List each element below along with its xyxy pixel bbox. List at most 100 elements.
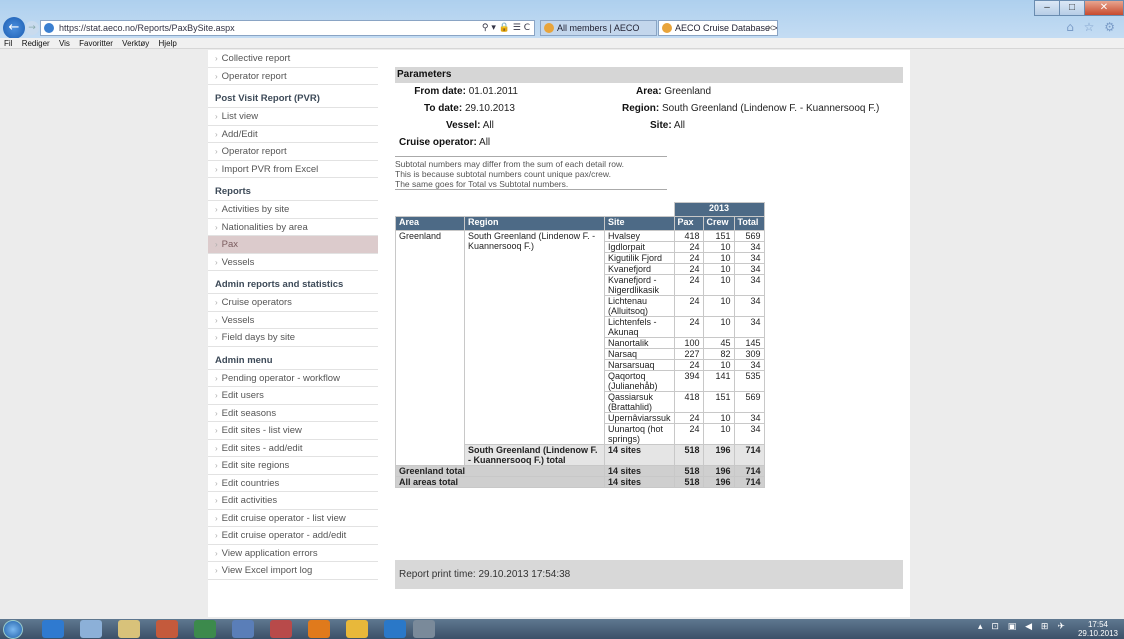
cell-crew: 196 [702, 465, 735, 477]
sidebar-item-cruise-operators[interactable]: › Cruise operators [208, 294, 378, 312]
powerpoint-icon[interactable] [156, 620, 178, 638]
sidebar-item-label: Edit activities [221, 495, 278, 506]
sidebar-item-edit-sites-add[interactable]: › Edit sites - add/edit [208, 440, 378, 457]
maximize-button[interactable]: □ [1059, 0, 1085, 16]
param-value: 01.01.2011 [468, 86, 518, 97]
back-button[interactable]: ← [3, 17, 25, 39]
sidebar-item-view-application-errors[interactable]: › View application errors [208, 545, 378, 562]
menu-view[interactable]: Vis [59, 39, 70, 48]
windows-taskbar: ▴ ⊡ ▣ ◀ ⊞ ✈ 17:54 29.10.2013 [0, 619, 1124, 639]
cell-pax: 394 [673, 370, 704, 392]
sidebar-item-activities-by-site[interactable]: › Activities by site [208, 201, 378, 219]
close-tab-icon[interactable]: ✕ [766, 21, 774, 35]
cell-sites: 14 sites [604, 476, 675, 488]
cell-pax: 518 [673, 476, 704, 488]
tab-aeco-cruise-database[interactable]: AECO Cruise Database > Re... ✕ [658, 20, 778, 36]
cell-pax: 24 [673, 274, 704, 296]
cell-pax: 100 [673, 337, 704, 349]
ie-icon [44, 23, 54, 33]
file-explorer-icon[interactable] [80, 620, 102, 638]
sidebar-item-label: Edit countries [221, 477, 280, 489]
start-button[interactable] [3, 620, 23, 639]
sidebar-item-edit-countries[interactable]: › Edit countries [208, 475, 378, 492]
sidebar-item-pvr-operator-report[interactable]: › Operator report [208, 143, 378, 161]
tab-favicon-icon [662, 23, 672, 33]
sidebar-item-edit-users[interactable]: › Edit users [208, 387, 378, 405]
sidebar-item-view-excel-import-log[interactable]: › View Excel import log [208, 562, 378, 580]
column-header-pax: Pax [673, 216, 704, 231]
menu-tools[interactable]: Verktøy [122, 39, 149, 48]
close-window-button[interactable]: ✕ [1084, 0, 1124, 16]
chevron-right-icon: › [215, 461, 218, 470]
sidebar-item-admin-vessels[interactable]: › Vessels [208, 312, 378, 329]
menu-file[interactable]: Fil [4, 39, 12, 48]
word-icon[interactable] [232, 620, 254, 638]
cell-crew: 10 [702, 412, 735, 424]
navigation-row: ← → https://stat.aeco.no/Reports/PaxBySi… [0, 17, 1124, 39]
cell-pax: 418 [673, 391, 704, 413]
excel-icon[interactable] [194, 620, 216, 638]
chevron-right-icon: › [215, 298, 218, 307]
cell-total-label: Greenland total [395, 465, 605, 477]
cell-crew: 10 [702, 263, 735, 275]
tray-icons[interactable]: ▴ ⊡ ▣ ◀ ⊞ ✈ [978, 622, 1068, 632]
home-favorites-settings-icon[interactable]: ⌂ ☆ ⚙ [1066, 20, 1118, 34]
sidebar-item-label: Edit seasons [221, 407, 277, 419]
parameters-heading: Parameters [395, 67, 903, 83]
sidebar-item-edit-site-regions[interactable]: › Edit site regions [208, 457, 378, 475]
table-row: Greenland South Greenland (Lindenow F. - … [395, 230, 765, 466]
sidebar-nav: › Collective report › Operator report Post… [208, 50, 378, 580]
clock[interactable]: 17:54 29.10.2013 [1078, 620, 1118, 638]
sidebar-item-edit-cruise-operator-add[interactable]: › Edit cruise operator - add/edit [208, 527, 378, 545]
sidebar-item-nationalities-by-area[interactable]: › Nationalities by area [208, 219, 378, 236]
sidebar-item-edit-cruise-operator-list[interactable]: › Edit cruise operator - list view [208, 510, 378, 527]
header-spacer [395, 202, 675, 217]
cell-site: Qassiarsuk (Brattahlid) [604, 391, 675, 413]
column-header-site: Site [604, 216, 675, 231]
skype-icon[interactable] [384, 620, 406, 638]
sidebar-item-vessels[interactable]: › Vessels [208, 254, 378, 271]
forward-button[interactable]: → [25, 21, 39, 35]
cell-crew: 151 [702, 391, 735, 413]
minimize-button[interactable]: – [1034, 0, 1060, 16]
paint-icon[interactable] [270, 620, 292, 638]
param-label: Site: [650, 120, 672, 131]
sidebar-item-import-pvr[interactable]: › Import PVR from Excel [208, 161, 378, 178]
outlook-icon[interactable] [346, 620, 368, 638]
sidebar-item-label: Import PVR from Excel [221, 163, 319, 175]
menu-edit[interactable]: Rediger [22, 39, 50, 48]
sidebar-item-label: View Excel import log [221, 565, 313, 576]
cell-site: Igdlorpait [604, 241, 675, 253]
menu-favorites[interactable]: Favoritter [79, 39, 113, 48]
address-url: https://stat.aeco.no/Reports/PaxBySite.a… [59, 23, 235, 33]
app-icon[interactable] [413, 620, 435, 638]
sidebar-item-edit-sites-list[interactable]: › Edit sites - list view [208, 422, 378, 440]
address-bar[interactable]: https://stat.aeco.no/Reports/PaxBySite.a… [40, 20, 535, 36]
cell-pax: 24 [673, 252, 704, 264]
internet-explorer-icon[interactable] [42, 620, 64, 638]
address-tools-icon[interactable]: ⚲ ▾ 🔒 ☰ C [482, 21, 530, 35]
sidebar-item-collective-report[interactable]: › Collective report [208, 50, 378, 68]
sidebar-item-list-view[interactable]: › List view [208, 108, 378, 126]
sidebar-item-field-days-by-site[interactable]: › Field days by site [208, 329, 378, 347]
page-content: › Collective report › Operator report Post… [208, 50, 910, 617]
param-label: Region: [622, 103, 660, 114]
sidebar-item-edit-activities[interactable]: › Edit activities [208, 492, 378, 510]
tab-favicon-icon [544, 23, 554, 33]
sidebar-item-pax[interactable]: › Pax [208, 236, 378, 254]
tab-all-members[interactable]: All members | AECO [540, 20, 657, 36]
sidebar-item-label: Pending operator - workflow [221, 372, 340, 384]
menu-help[interactable]: Hjelp [159, 39, 177, 48]
param-label: Area: [636, 86, 662, 97]
all-total-row: All areas total 14 sites 518 196 714 [395, 476, 765, 488]
sidebar-item-operator-report[interactable]: › Operator report [208, 68, 378, 85]
sidebar-item-add-edit[interactable]: › Add/Edit [208, 126, 378, 143]
sidebar-item-edit-seasons[interactable]: › Edit seasons [208, 405, 378, 422]
firefox-icon[interactable] [308, 620, 330, 638]
cell-pax: 418 [673, 230, 704, 242]
chevron-right-icon: › [215, 426, 218, 435]
sidebar-item-label: Collective report [221, 53, 291, 64]
sidebar-item-pending-operator[interactable]: › Pending operator - workflow [208, 370, 378, 387]
clock-time: 17:54 [1087, 620, 1108, 629]
folder-icon[interactable] [118, 620, 140, 638]
